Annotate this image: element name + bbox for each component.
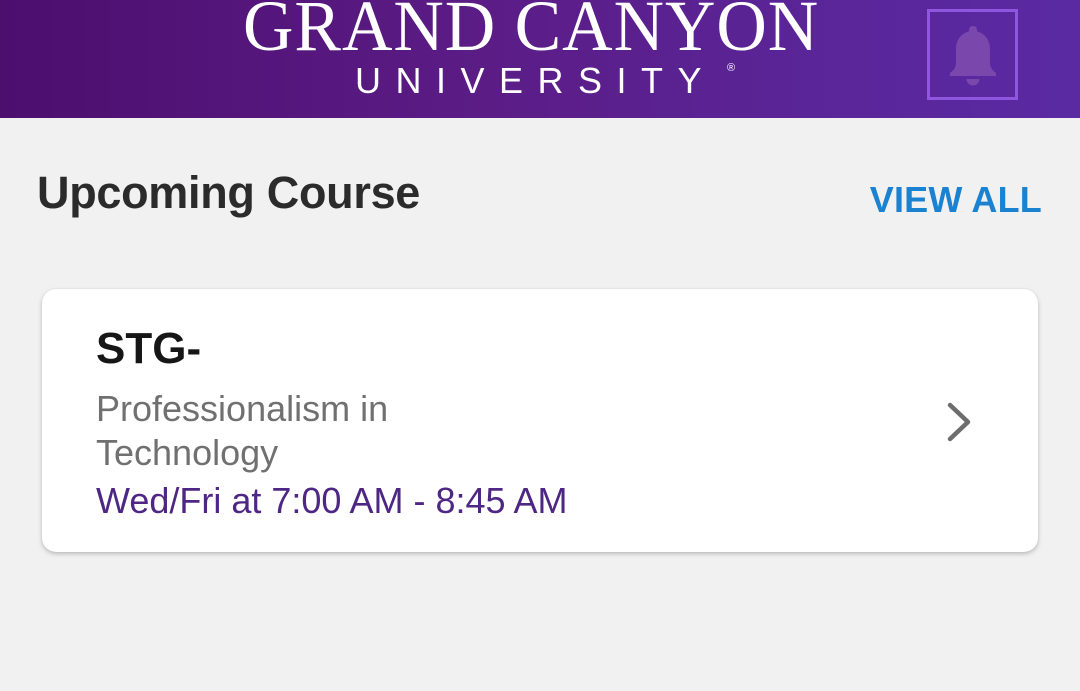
upcoming-course-heading: Upcoming Course <box>37 167 421 218</box>
bell-icon <box>949 25 996 85</box>
course-code: STG- <box>96 324 202 373</box>
notifications-button[interactable] <box>927 9 1018 100</box>
logo-registered-mark: ® <box>727 62 736 74</box>
logo-subtitle: UNIVERSITY <box>355 60 717 101</box>
app-header: GRAND CANYON UNIVERSITY ® <box>0 0 1080 118</box>
app-screen: GRAND CANYON UNIVERSITY ® Upcoming Cours… <box>0 0 1080 691</box>
course-schedule: Wed/Fri at 7:00 AM - 8:45 AM <box>96 480 568 521</box>
view-all-link[interactable]: VIEW ALL <box>870 180 1042 220</box>
course-card[interactable]: STG- Professionalism in Technology Wed/F… <box>42 289 1038 552</box>
chevron-right-icon <box>947 402 971 442</box>
logo-wordmark: GRAND CANYON <box>243 0 820 66</box>
course-name: Professionalism in Technology <box>96 388 389 473</box>
